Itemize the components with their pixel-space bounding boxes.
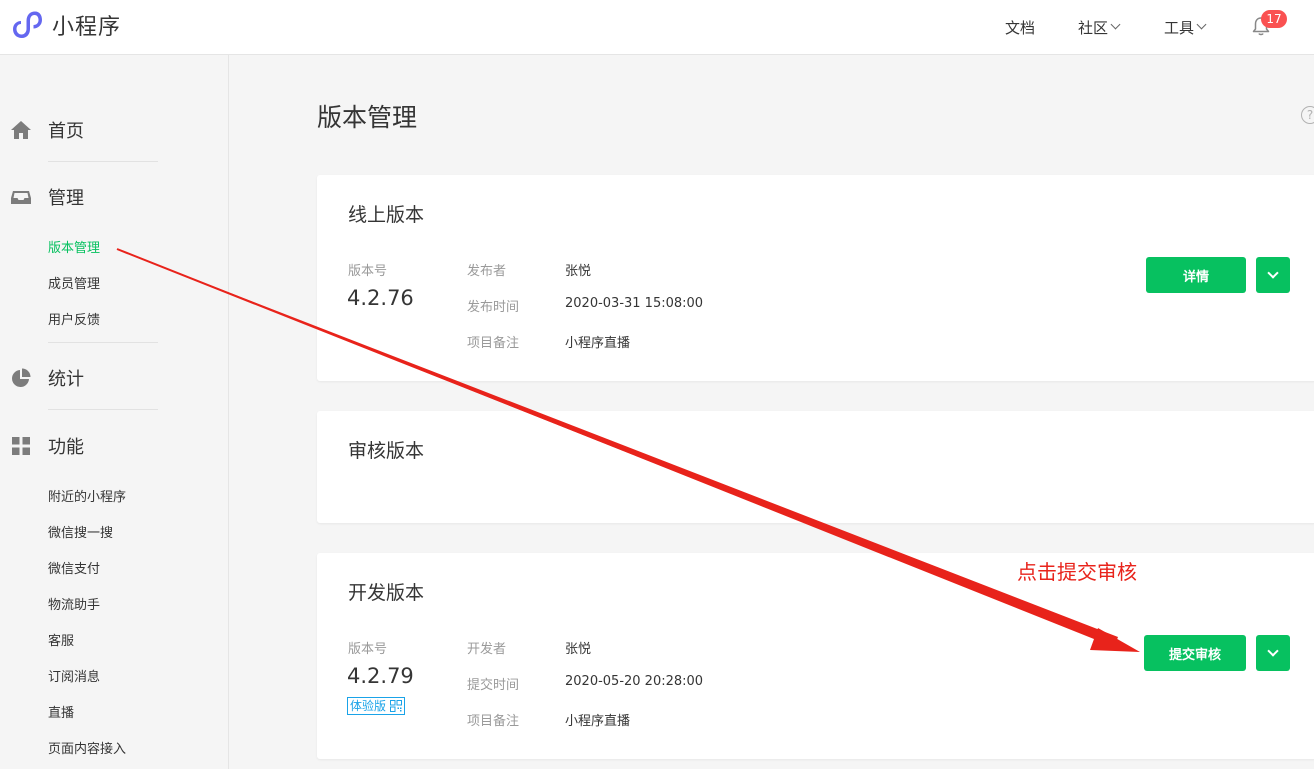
sidebar-item-logistics[interactable]: 物流助手 xyxy=(48,594,100,613)
notification-badge: 17 xyxy=(1261,10,1287,28)
nav-community[interactable]: 社区 xyxy=(1078,0,1121,54)
online-version-card: 线上版本 版本号 4.2.76 发布者 张悦 发布时间 2020-03-31 1… xyxy=(317,175,1314,381)
version-number: 4.2.76 xyxy=(347,286,414,310)
version-label: 版本号 xyxy=(348,642,388,657)
version-label: 版本号 xyxy=(348,264,388,279)
meta-key: 发布者 xyxy=(467,264,507,279)
sidebar-item-live[interactable]: 直播 xyxy=(48,702,74,721)
nav-docs-label: 文档 xyxy=(1005,18,1036,37)
sidebar-item-version-management[interactable]: 版本管理 xyxy=(48,237,100,256)
card-title: 线上版本 xyxy=(348,204,425,226)
meta-key: 发布时间 xyxy=(467,300,520,315)
home-icon xyxy=(10,119,32,141)
chevron-down-icon xyxy=(1110,19,1121,30)
sidebar-item-member-management[interactable]: 成员管理 xyxy=(48,273,100,292)
divider xyxy=(48,409,158,410)
top-bar: 小程序 文档 社区 工具 17 xyxy=(0,0,1314,55)
chevron-down-icon xyxy=(1267,267,1279,279)
inbox-icon xyxy=(10,186,32,208)
meta-value: 小程序直播 xyxy=(565,714,631,729)
nav-docs[interactable]: 文档 xyxy=(1005,0,1035,54)
submit-review-button[interactable]: 提交审核 xyxy=(1144,635,1246,671)
sidebar-item-wechat-pay[interactable]: 微信支付 xyxy=(48,558,100,577)
version-number: 4.2.79 xyxy=(347,664,414,688)
dev-more-dropdown[interactable] xyxy=(1256,635,1290,671)
grid-icon xyxy=(10,435,32,457)
meta-key: 项目备注 xyxy=(467,336,520,351)
trial-version-tag[interactable]: 体验版 xyxy=(347,697,406,715)
card-title: 审核版本 xyxy=(348,440,425,462)
divider xyxy=(48,161,158,162)
sidebar-item-nearby[interactable]: 附近的小程序 xyxy=(48,486,126,505)
meta-value: 张悦 xyxy=(565,642,592,657)
meta-key: 项目备注 xyxy=(467,714,520,729)
qr-code-icon xyxy=(390,700,403,712)
meta-key: 提交时间 xyxy=(467,678,520,693)
sidebar-item-stats[interactable]: 统计 xyxy=(10,365,84,391)
sidebar-item-features[interactable]: 功能 xyxy=(10,433,84,459)
sidebar xyxy=(0,55,229,769)
sidebar-stats-label: 统计 xyxy=(48,369,84,390)
sidebar-item-home[interactable]: 首页 xyxy=(10,117,84,143)
sidebar-features-label: 功能 xyxy=(48,437,84,458)
sidebar-item-page-content[interactable]: 页面内容接入 xyxy=(48,738,126,757)
sidebar-item-user-feedback[interactable]: 用户反馈 xyxy=(48,309,100,328)
meta-value: 2020-05-20 20:28:00 xyxy=(565,674,704,689)
logo[interactable]: 小程序 xyxy=(10,8,121,42)
page-title: 版本管理 xyxy=(317,103,418,132)
chevron-down-icon xyxy=(1267,645,1279,657)
dev-version-card: 开发版本 版本号 4.2.79 体验版 开发者 张悦 提交时间 2020-05-… xyxy=(317,553,1314,759)
online-more-dropdown[interactable] xyxy=(1256,257,1290,293)
sidebar-manage-label: 管理 xyxy=(48,188,84,209)
annotation-text: 点击提交审核 xyxy=(1017,560,1137,584)
nav-tools[interactable]: 工具 xyxy=(1164,0,1207,54)
sidebar-item-customer-service[interactable]: 客服 xyxy=(48,630,74,649)
nav-tools-label: 工具 xyxy=(1164,18,1195,37)
card-title: 开发版本 xyxy=(348,582,425,604)
sidebar-item-subscribe-message[interactable]: 订阅消息 xyxy=(48,666,100,685)
miniprogram-logo-icon xyxy=(13,11,42,38)
help-icon[interactable]: ? xyxy=(1301,106,1314,124)
meta-key: 开发者 xyxy=(467,642,507,657)
divider xyxy=(48,342,158,343)
nav-community-label: 社区 xyxy=(1078,18,1109,37)
chevron-down-icon xyxy=(1196,19,1207,30)
sidebar-home-label: 首页 xyxy=(48,121,84,142)
meta-value: 2020-03-31 15:08:00 xyxy=(565,296,704,311)
sidebar-item-wechat-search[interactable]: 微信搜一搜 xyxy=(48,522,113,541)
brand-name: 小程序 xyxy=(52,15,122,40)
review-version-card: 审核版本 xyxy=(317,411,1314,523)
meta-value: 小程序直播 xyxy=(565,336,631,351)
meta-value: 张悦 xyxy=(565,264,592,279)
trial-tag-label: 体验版 xyxy=(350,699,387,713)
sidebar-item-manage[interactable]: 管理 xyxy=(10,184,84,210)
details-button[interactable]: 详情 xyxy=(1146,257,1246,293)
pie-chart-icon xyxy=(10,367,32,389)
